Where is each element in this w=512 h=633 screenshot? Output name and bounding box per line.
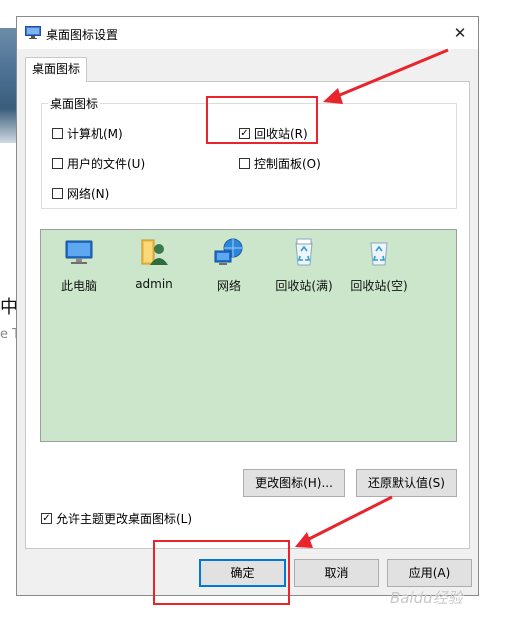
allow-themes-checkbox[interactable]: ✓ 允许主题更改桌面图标(L) [41,510,192,527]
checkbox-label: 计算机(M) [67,127,123,141]
checkbox-box[interactable] [52,188,63,199]
preview-item-recycle-bin-empty[interactable]: 回收站(空) [341,236,417,294]
cancel-button[interactable]: 取消 [294,559,379,587]
group-legend: 桌面图标 [48,95,101,112]
close-icon: ✕ [453,24,467,42]
close-button[interactable]: ✕ [442,17,478,49]
preview-label: 此电脑 [60,279,97,293]
preview-label: admin [135,277,173,291]
checkbox-label: 控制面板(O) [254,157,321,171]
checkbox-label: 用户的文件(U) [67,157,146,171]
annotation-highlight-recycle-bin [206,96,318,144]
checkbox-user-files[interactable]: 用户的文件(U) [52,155,145,172]
checkbox-control-panel[interactable]: 控制面板(O) [239,155,321,172]
preview-item-recycle-bin-full[interactable]: 回收站(满) [266,236,342,294]
checkmark-icon[interactable]: ✓ [41,513,52,524]
preview-label: 网络 [216,279,241,293]
change-icon-button[interactable]: 更改图标(H)... [243,469,345,497]
checkbox-label: 允许主题更改桌面图标(L) [56,512,193,526]
tab-panel: 桌面图标 计算机(M) ✓ 回收站(R) 用户的文件(U) 控制面板(O) 网络… [25,81,470,549]
title-bar: 桌面图标设置 ✕ [17,17,478,49]
recycle-bin-full-icon [295,238,313,266]
restore-default-button[interactable]: 还原默认值(S) [356,469,457,497]
tab-desktop-icons[interactable]: 桌面图标 [25,57,87,82]
desktop-settings-icon [25,26,41,39]
annotation-highlight-ok [153,540,290,605]
checkbox-label: 网络(N) [67,187,110,201]
checkbox-box[interactable] [239,158,250,169]
preview-item-network[interactable]: 网络 [191,236,267,294]
checkbox-box[interactable] [52,158,63,169]
checkbox-network[interactable]: 网络(N) [52,185,109,202]
preview-item-admin[interactable]: admin [116,236,192,291]
window-title: 桌面图标设置 [46,28,119,42]
recycle-bin-empty-icon [370,242,388,266]
user-folder-icon [141,239,168,265]
checkbox-computer[interactable]: 计算机(M) [52,125,123,142]
background-photo [0,28,16,143]
preview-item-this-pc[interactable]: 此电脑 [41,236,117,294]
preview-label: 回收站(空) [350,279,408,293]
icon-preview-list[interactable]: 此电脑 admin 网络 回收站(满) 回收站(空) [40,229,457,442]
computer-icon [65,240,93,264]
network-icon [214,238,243,265]
watermark: Baidu经验 [390,589,463,607]
checkbox-box[interactable] [52,128,63,139]
preview-label: 回收站(满) [275,279,333,293]
apply-button[interactable]: 应用(A) [387,559,472,587]
